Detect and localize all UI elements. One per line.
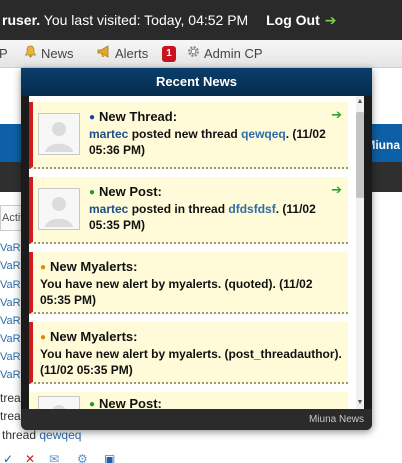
news-list[interactable]: ● New Thread: martec posted new thread qe…	[29, 96, 364, 409]
news-item-myalerts[interactable]: ● New Myalerts: You have new alert by mya…	[29, 252, 348, 314]
nav-item-alerts-label: Alerts	[115, 46, 149, 61]
background-thread-prefix: thread	[2, 428, 37, 442]
status-dot: ●	[89, 187, 96, 198]
logout-link[interactable]: Log Out	[266, 12, 320, 28]
scrollbar[interactable]: ▲ ▼	[356, 96, 364, 409]
news-item-type: New Post:	[99, 396, 162, 409]
news-item-type: New Post:	[99, 184, 162, 199]
printer-icon[interactable]: ▣	[104, 452, 115, 463]
nav-bar: P News Alerts 1 Admin CP	[0, 40, 402, 68]
news-item-new-thread[interactable]: ● New Thread: martec posted new thread qe…	[29, 102, 348, 169]
arrow-right-icon[interactable]: ➔	[331, 182, 342, 198]
news-item-action: posted new thread	[131, 127, 238, 141]
status-dot: ●	[40, 332, 47, 343]
nav-item-news[interactable]: News	[24, 40, 74, 68]
popup-footer[interactable]: Miuna News	[21, 409, 372, 430]
arrow-right-icon[interactable]: ➔	[331, 107, 342, 123]
scroll-down-icon[interactable]: ▼	[356, 397, 364, 409]
megaphone-icon	[97, 40, 111, 68]
status-dot: ●	[40, 262, 47, 273]
status-dot: ●	[89, 399, 96, 409]
alerts-count-badge[interactable]: 1	[162, 46, 176, 62]
thread-link[interactable]: dfdsfdsf	[228, 202, 275, 216]
nav-item-admin-cp[interactable]: Admin CP	[187, 40, 263, 68]
default-avatar-icon[interactable]	[38, 188, 80, 230]
scrollbar-thumb[interactable]	[356, 112, 364, 198]
news-item-text: ● New Post:	[89, 396, 337, 409]
nav-item-news-label: News	[41, 46, 74, 61]
gear-icon	[187, 40, 200, 68]
user-link[interactable]: martec	[89, 202, 128, 216]
default-avatar-icon[interactable]	[38, 396, 80, 409]
news-item-new-post[interactable]: ● New Post: martec posted in thread dfdsf…	[29, 177, 348, 244]
news-item-action: posted in thread	[131, 202, 226, 216]
gear-icon[interactable]: ⚙	[77, 452, 88, 463]
check-icon[interactable]: ✓	[3, 452, 13, 463]
mail-icon[interactable]: ✉	[49, 452, 59, 463]
news-item-myalerts[interactable]: ● New Myalerts: You have new alert by mya…	[29, 322, 348, 384]
scroll-up-icon[interactable]: ▲	[356, 96, 364, 108]
news-item-type: New Myalerts:	[50, 259, 138, 274]
news-item-message: You have new alert by myalerts. (quoted)…	[40, 277, 313, 307]
bell-icon	[24, 40, 37, 68]
background-action-icons: ✓ ✕ ✉ ⚙ ▣	[0, 452, 130, 463]
arrow-right-icon[interactable]: ➔	[325, 12, 337, 28]
thread-link[interactable]: qewqeq	[241, 127, 286, 141]
news-item-message: You have new alert by myalerts. (post_th…	[40, 347, 342, 377]
top-bar: ruser. You last visited: Today, 04:52 PM…	[0, 0, 402, 40]
popup-title: Recent News	[21, 68, 372, 96]
news-item-new-post[interactable]: ● New Post:	[29, 392, 348, 409]
nav-item-alerts[interactable]: Alerts	[97, 40, 148, 68]
last-visited: You last visited: Today, 04:52 PM	[43, 12, 249, 28]
recent-news-popup: Recent News ● New Thread: martec posted n…	[21, 68, 372, 430]
news-item-type: New Thread:	[99, 109, 178, 124]
news-item-type: New Myalerts:	[50, 329, 138, 344]
username[interactable]: ruser.	[2, 12, 40, 28]
default-avatar-icon[interactable]	[38, 113, 80, 155]
background-thread-link[interactable]: qewqeq	[39, 428, 81, 442]
nav-item-admin-label: Admin CP	[204, 46, 263, 61]
user-link[interactable]: martec	[89, 127, 128, 141]
news-item-text: ● New Myalerts: You have new alert by mya…	[40, 259, 345, 308]
nav-item-fragment[interactable]: P	[0, 40, 8, 68]
news-item-text: ● New Post: martec posted in thread dfdsf…	[89, 184, 337, 233]
background-thread-line: thread qewqeq	[2, 428, 81, 442]
status-dot: ●	[89, 112, 96, 123]
delete-icon[interactable]: ✕	[25, 452, 35, 463]
news-item-text: ● New Thread: martec posted new thread qe…	[89, 109, 337, 158]
news-item-text: ● New Myalerts: You have new alert by mya…	[40, 329, 345, 378]
